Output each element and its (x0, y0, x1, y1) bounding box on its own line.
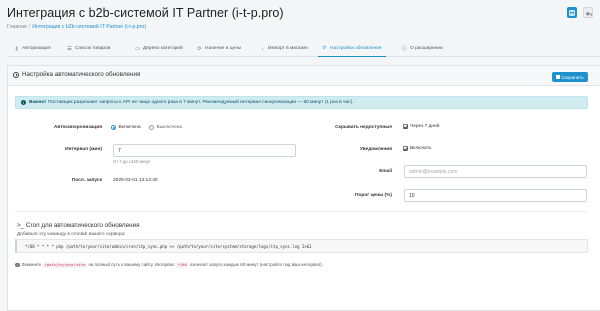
tab-category-tree[interactable]: ▭ Дерево категорий (135, 40, 183, 57)
info-alert: i Важно! Поставщик разрешает запросы к A… (15, 96, 588, 109)
interval-input[interactable]: 7 (113, 144, 296, 157)
list-icon: ☰ (67, 45, 72, 52)
cron-note: i Замените /path/to/your/site на полный … (15, 262, 323, 268)
tab-stock-prices[interactable]: ⟳ Наличие и цены (197, 40, 241, 57)
save-icon (556, 75, 560, 79)
price-threshold-label: Порог цены (%) (355, 193, 392, 198)
page-header: Интеграция с b2b-системой IT Partner (i-… (0, 0, 600, 40)
tab-update-settings[interactable]: ⟳ Настройка обновления (318, 40, 386, 57)
panel-header: Настройка автоматического обновления Сох… (8, 66, 600, 86)
hide-unavailable-checkbox[interactable]: Через 7 дней (403, 124, 439, 129)
tab-about[interactable]: ⓘ О расширении (402, 40, 443, 57)
notifications-checkbox[interactable]: Включить (403, 146, 432, 151)
panel-title: Настройка автоматического обновления (22, 71, 141, 78)
breadcrumb: Главная / Интеграция с b2b-системой IT Par… (7, 24, 147, 30)
save-button[interactable]: Сохранить (552, 72, 588, 82)
sync-icon: ⟳ (197, 45, 202, 52)
path-code: /path/to/your/site (42, 262, 87, 268)
autosync-on-radio[interactable]: Включена (111, 125, 141, 130)
settings-panel: Настройка автоматического обновления Сох… (7, 65, 600, 311)
tab-authorization[interactable]: ⚷ Авторизация (14, 40, 51, 57)
info-circle-icon: i (15, 262, 20, 268)
reply-icon (586, 11, 592, 16)
alert-text: Поставщик разрешает запросы к API не чащ… (47, 100, 354, 105)
key-icon: ⚷ (14, 45, 19, 52)
header-back-button[interactable] (583, 7, 593, 18)
tab-bar: ⚷ Авторизация ☰ Список товаров ▭ Дерево кат… (7, 40, 600, 57)
price-threshold-input[interactable]: 10 (404, 189, 587, 202)
refresh-icon: ⟳ (322, 45, 327, 51)
download-icon: ↓ (261, 45, 264, 52)
tab-product-list[interactable]: ☰ Список товаров (67, 40, 110, 57)
cron-command[interactable]: */60 * * * * php /path/to/your/site/admi… (15, 239, 588, 253)
folder-icon: ▭ (135, 45, 140, 52)
page-title: Интеграция с b2b-системой IT Partner (i-… (7, 6, 284, 20)
info-icon: ⓘ (402, 46, 408, 52)
breadcrumb-current[interactable]: Интеграция с b2b-системой IT Partner (i-… (32, 24, 146, 30)
header-save-button[interactable] (567, 7, 577, 18)
notifications-label: Уведомления (359, 147, 392, 152)
interval-label: Интервал (мин) (65, 147, 102, 152)
tab-import[interactable]: ↓ Импорт в магазин (260, 40, 308, 57)
cron-title: >_ Cron для автоматического обновления (17, 222, 140, 229)
alert-strong: Важно! (29, 100, 46, 105)
interval-help: От 7 до 1440 минут (113, 159, 151, 164)
cron-subtitle: Добавьте эту команду в crontab вашего се… (17, 232, 126, 237)
interval-code: */60 (176, 262, 189, 268)
section-divider (15, 211, 588, 212)
save-icon (569, 9, 575, 16)
hide-unavailable-label: Скрывать недоступные (335, 125, 392, 130)
clock-icon (13, 72, 19, 78)
last-run-label: Посл. запуск (71, 178, 102, 183)
breadcrumb-home[interactable]: Главная (7, 24, 27, 30)
autosync-off-radio[interactable]: Выключена (149, 125, 182, 130)
last-run-value: 2026-03-01 13:14:30 (113, 178, 158, 183)
email-input[interactable]: admin@example.com (404, 165, 587, 178)
email-label: Email (379, 169, 392, 174)
autosync-label: Автосинхронизация (53, 125, 102, 130)
info-circle-icon: i (21, 100, 26, 105)
